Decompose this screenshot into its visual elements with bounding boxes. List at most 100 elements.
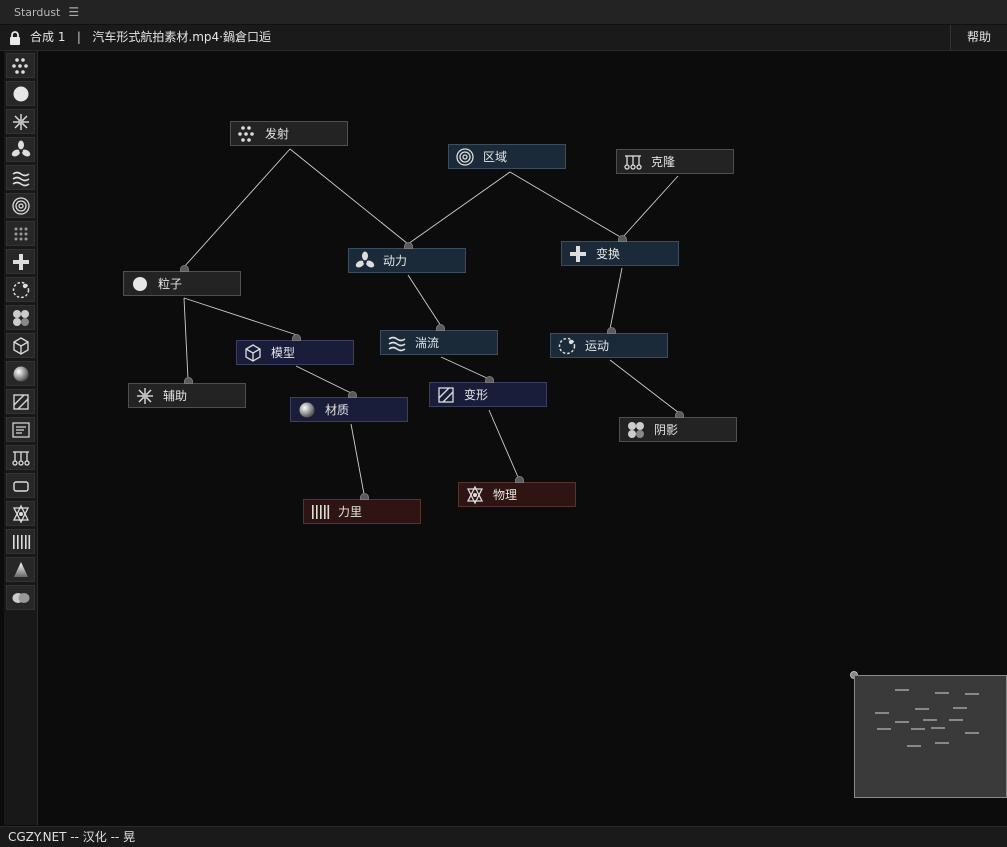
node-clone[interactable]: 克隆: [616, 149, 734, 174]
node-label: 区域: [483, 150, 508, 164]
clone-icon: [622, 151, 644, 173]
particle-tool-button[interactable]: [6, 81, 35, 106]
force-tool-button[interactable]: [6, 137, 35, 162]
node-input-port[interactable]: [436, 324, 445, 331]
node-label: 变换: [596, 247, 621, 261]
node-emit[interactable]: 发射: [230, 121, 348, 146]
node-input-port[interactable]: [348, 391, 357, 398]
deform-tool-button[interactable]: [6, 389, 35, 414]
help-button[interactable]: 帮助: [950, 25, 1007, 50]
minimap[interactable]: [854, 675, 1007, 798]
turbulence-icon: [386, 332, 408, 354]
node-input-port[interactable]: [515, 476, 524, 483]
force-bar-tool-button[interactable]: [6, 529, 35, 554]
node-input-port[interactable]: [485, 376, 494, 383]
connection-turbulence-deform: [440, 356, 490, 380]
node-input-port[interactable]: [404, 242, 413, 249]
motion-icon: [12, 281, 29, 298]
node-deform[interactable]: 变形: [429, 376, 547, 407]
replicator-icon: [14, 227, 27, 240]
node-label: 运动: [585, 339, 610, 353]
merge-icon: [12, 592, 29, 603]
node-motion[interactable]: 运动: [550, 327, 668, 358]
node-input-port[interactable]: [180, 265, 189, 272]
node-input-port[interactable]: [292, 334, 301, 341]
connection-emit-particle: [183, 148, 291, 268]
model-tool-button[interactable]: [6, 333, 35, 358]
node-label: 模型: [271, 346, 296, 360]
node-turbulence[interactable]: 湍流: [380, 324, 498, 355]
physics-tool-button[interactable]: [6, 501, 35, 526]
turbulence-tool-button[interactable]: [6, 165, 35, 190]
lock-icon[interactable]: [8, 30, 22, 46]
connection-field-force: [407, 171, 511, 245]
turbulence-icon: [12, 171, 29, 186]
node-input-port[interactable]: [607, 327, 616, 334]
connection-material-forcebar: [350, 423, 365, 495]
auxiliary-tool-button[interactable]: [6, 109, 35, 134]
emitter-tool-button[interactable]: [6, 53, 35, 78]
node-transform[interactable]: 变换: [561, 235, 679, 266]
text-tool-button[interactable]: [6, 417, 35, 442]
node-forcebar[interactable]: 力里: [303, 493, 421, 524]
node-label: 发射: [265, 127, 290, 141]
shape-tool-button[interactable]: [6, 473, 35, 498]
node-label: 变形: [464, 388, 489, 402]
node-input-port[interactable]: [184, 377, 193, 384]
node-label: 粒子: [158, 277, 183, 291]
connection-clone-transform: [621, 175, 679, 239]
transform-tool-button[interactable]: [6, 249, 35, 274]
node-model[interactable]: 模型: [236, 334, 354, 365]
node-field[interactable]: 区域: [448, 144, 566, 169]
force-bar-icon: [309, 501, 331, 523]
connection-emit-force: [289, 148, 409, 245]
node-label: 材质: [325, 403, 350, 417]
hamburger-icon[interactable]: ☰: [68, 5, 79, 19]
emitter-icon: [11, 57, 28, 74]
node-input-port[interactable]: [360, 493, 369, 500]
motion-tool-button[interactable]: [6, 277, 35, 302]
connection-transform-motion: [609, 267, 623, 330]
node-input-port[interactable]: [675, 411, 684, 418]
node-auxiliary[interactable]: 辅助: [128, 377, 246, 408]
node-input-port[interactable]: [618, 235, 627, 242]
material-icon: [296, 399, 318, 421]
light-tool-button[interactable]: [6, 557, 35, 582]
emitter-icon: [236, 123, 258, 145]
composition-name: 合成 1: [30, 30, 66, 44]
auxiliary-icon: [134, 385, 156, 407]
model-icon: [12, 336, 29, 355]
panel-tab[interactable]: Stardust ☰: [4, 0, 89, 24]
light-icon: [13, 561, 28, 577]
node-particle[interactable]: 粒子: [123, 265, 241, 296]
breadcrumb-separator: |: [76, 30, 81, 44]
connection-force-turbulence: [407, 274, 442, 327]
connection-deform-physics: [488, 409, 519, 478]
shadow-tool-button[interactable]: [6, 305, 35, 330]
auxiliary-icon: [12, 113, 29, 130]
status-bar: CGZY.NET -- 汉化 -- 晃: [0, 826, 1007, 847]
breadcrumb: 合成 1 | 汽车形式航拍素材.mp4·鍋倉口逅: [30, 25, 271, 50]
transform-icon: [12, 253, 29, 270]
node-label: 物理: [493, 488, 518, 502]
node-label: 克隆: [651, 155, 676, 169]
replicator-tool-button[interactable]: [6, 221, 35, 246]
node-graph-canvas[interactable]: 发射 区域 克隆 动力 变换 粒子 模型 湍流 运动 辅助 材质 变形 阴影 力…: [38, 51, 1007, 825]
clone-tool-button[interactable]: [6, 445, 35, 470]
layer-name: 汽车形式航拍素材.mp4·鍋倉口逅: [92, 30, 271, 44]
merge-tool-button[interactable]: [6, 585, 35, 610]
node-shadow[interactable]: 阴影: [619, 411, 737, 442]
connection-particle-auxiliary: [183, 297, 189, 380]
particle-icon: [13, 86, 28, 101]
node-force[interactable]: 动力: [348, 242, 466, 273]
field-icon: [11, 196, 30, 215]
material-tool-button[interactable]: [6, 361, 35, 386]
connection-particle-model: [183, 297, 298, 336]
node-material[interactable]: 材质: [290, 391, 408, 422]
physics-icon: [12, 504, 29, 523]
shadow-icon: [12, 309, 29, 326]
connection-model-material: [295, 365, 352, 394]
connection-field-transform: [509, 171, 623, 239]
field-tool-button[interactable]: [6, 193, 35, 218]
node-physics[interactable]: 物理: [458, 476, 576, 507]
